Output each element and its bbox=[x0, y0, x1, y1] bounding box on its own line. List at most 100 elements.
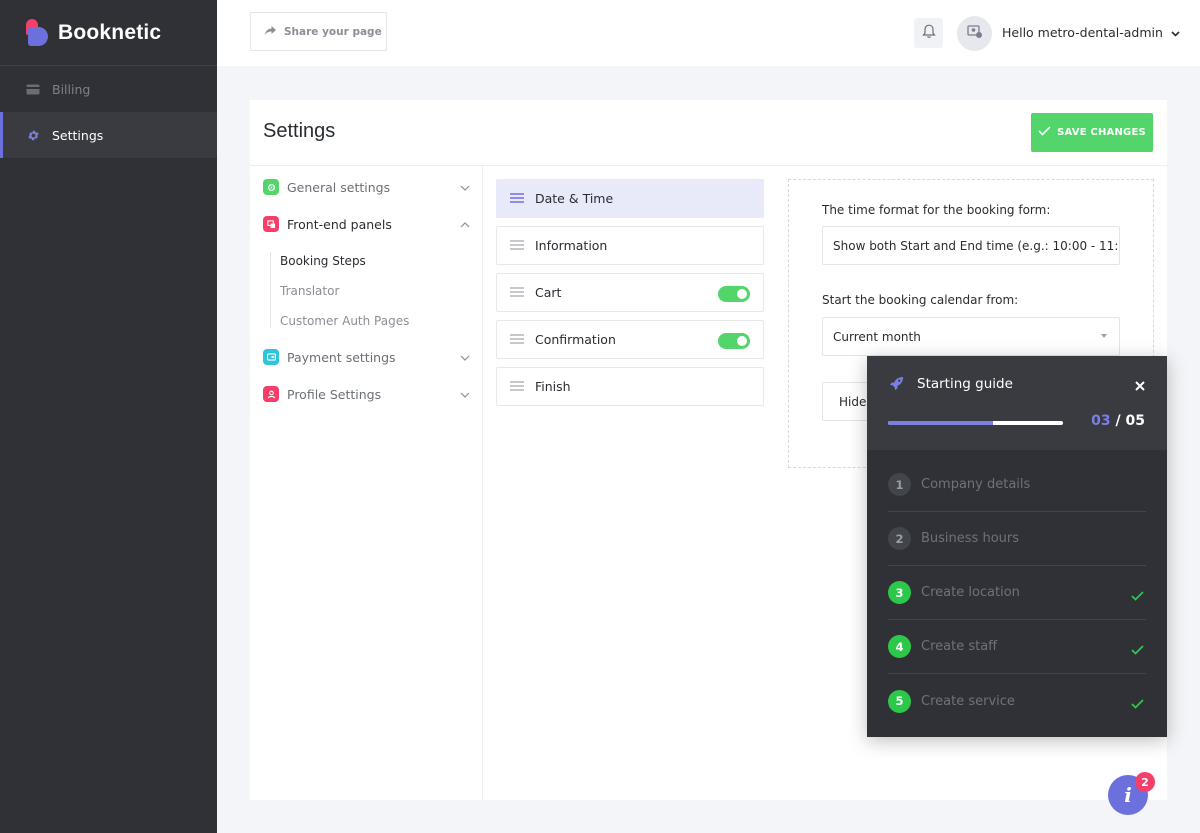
info-icon: i bbox=[1124, 783, 1132, 807]
step-label: Create location bbox=[921, 585, 1020, 600]
guide-progress-fill bbox=[888, 421, 993, 425]
menu-item-general-settings[interactable]: General settings bbox=[263, 177, 470, 197]
guide-counter: 03 / 05 bbox=[1091, 413, 1145, 429]
caret-down-icon bbox=[1101, 334, 1107, 338]
submenu-translator[interactable]: Translator bbox=[280, 284, 339, 298]
step-label: Create service bbox=[921, 693, 1015, 709]
sidebar-item-label: Settings bbox=[52, 127, 104, 143]
menu-item-label: General settings bbox=[287, 179, 391, 195]
guide-step-business-hours[interactable]: 2 Business hours bbox=[888, 512, 1146, 566]
step-number: 5 bbox=[888, 689, 911, 713]
save-label: SAVE CHANGES bbox=[1057, 127, 1146, 138]
rocket-icon bbox=[889, 376, 904, 395]
chevron-down-icon bbox=[460, 179, 470, 194]
close-icon[interactable] bbox=[1135, 376, 1145, 395]
cart-toggle[interactable] bbox=[718, 286, 750, 302]
calendar-start-value: Current month bbox=[833, 329, 921, 344]
share-label: Share your page bbox=[284, 25, 382, 38]
step-label: Create staff bbox=[921, 639, 998, 654]
guide-step-create-staff[interactable]: 4 Create staff bbox=[888, 620, 1146, 674]
step-label: Confirmation bbox=[535, 332, 616, 347]
drag-handle-icon[interactable] bbox=[510, 332, 524, 347]
brand[interactable]: Booknetic bbox=[0, 0, 217, 66]
user-menu[interactable]: Hello metro-dental-admin bbox=[1002, 25, 1180, 40]
guide-header: Starting guide 03 / 05 bbox=[867, 356, 1167, 450]
chevron-down-icon bbox=[460, 349, 470, 364]
panels-icon bbox=[263, 216, 279, 232]
share-page-button[interactable]: Share your page bbox=[250, 12, 387, 51]
menu-item-label: Front-end panels bbox=[287, 216, 392, 232]
save-changes-button[interactable]: SAVE CHANGES bbox=[1031, 113, 1153, 152]
step-number: 4 bbox=[888, 635, 911, 658]
guide-step-company-details[interactable]: 1 Company details bbox=[888, 458, 1146, 512]
menu-item-payment-settings[interactable]: Payment settings bbox=[263, 347, 470, 367]
check-icon bbox=[1038, 126, 1051, 139]
step-label: Company details bbox=[921, 477, 1031, 492]
sidebar-item-settings[interactable]: Settings bbox=[0, 112, 217, 158]
guide-step-create-service[interactable]: 5 Create service bbox=[888, 674, 1146, 728]
hide-label: Hide bbox=[839, 394, 867, 409]
brand-name: Booknetic bbox=[58, 20, 162, 44]
guide-current: 03 bbox=[1091, 413, 1111, 429]
step-label: Information bbox=[535, 238, 608, 253]
step-finish[interactable]: Finish bbox=[496, 367, 764, 406]
step-label: Cart bbox=[535, 285, 562, 300]
submenu-line bbox=[270, 252, 271, 328]
chevron-up-icon bbox=[460, 216, 470, 231]
step-information[interactable]: Information bbox=[496, 226, 764, 265]
user-avatar-icon bbox=[966, 24, 983, 43]
credit-card-icon bbox=[26, 82, 40, 96]
help-badge: 2 bbox=[1135, 772, 1155, 792]
drag-handle-icon[interactable] bbox=[510, 238, 524, 253]
share-arrow-icon bbox=[265, 25, 276, 38]
guide-title: Starting guide bbox=[917, 376, 1013, 392]
avatar[interactable] bbox=[957, 16, 992, 51]
user-greeting: Hello metro-dental-admin bbox=[1002, 25, 1163, 40]
guide-separator: / bbox=[1115, 413, 1121, 429]
step-number: 1 bbox=[888, 473, 911, 496]
starting-guide-panel: Starting guide 03 / 05 1 Company details… bbox=[867, 356, 1167, 737]
gear-icon bbox=[26, 128, 40, 142]
sidebar-item-billing[interactable]: Billing bbox=[0, 66, 217, 112]
calendar-start-label: Start the booking calendar from: bbox=[822, 293, 1019, 307]
confirmation-toggle[interactable] bbox=[718, 333, 750, 349]
profile-icon bbox=[263, 386, 279, 402]
check-icon bbox=[1131, 694, 1144, 713]
menu-item-profile-settings[interactable]: Profile Settings bbox=[263, 384, 470, 404]
guide-total: 05 bbox=[1125, 413, 1145, 429]
menu-item-front-end-panels[interactable]: Front-end panels bbox=[263, 214, 470, 234]
step-label: Finish bbox=[535, 379, 571, 394]
submenu-booking-steps[interactable]: Booking Steps bbox=[280, 254, 366, 268]
step-date-time[interactable]: Date & Time bbox=[496, 179, 764, 218]
step-cart[interactable]: Cart bbox=[496, 273, 764, 312]
chevron-down-icon bbox=[460, 386, 470, 401]
sidebar-item-label: Billing bbox=[52, 81, 91, 97]
guide-progress-bar bbox=[888, 421, 1063, 425]
menu-item-label: Payment settings bbox=[287, 349, 396, 365]
submenu-customer-auth-pages[interactable]: Customer Auth Pages bbox=[280, 314, 409, 328]
step-confirmation[interactable]: Confirmation bbox=[496, 320, 764, 359]
booknetic-logo-icon bbox=[26, 19, 48, 46]
calendar-start-select[interactable]: Current month bbox=[822, 317, 1120, 356]
time-format-value: Show both Start and End time (e.g.: 10:0… bbox=[833, 238, 1120, 253]
menu-item-label: Profile Settings bbox=[287, 386, 382, 402]
step-label: Date & Time bbox=[535, 191, 614, 206]
payment-icon bbox=[263, 349, 279, 365]
step-number: 2 bbox=[888, 527, 911, 550]
check-icon bbox=[1131, 586, 1144, 605]
bell-icon bbox=[921, 24, 936, 43]
gear-icon bbox=[263, 179, 279, 195]
step-number: 3 bbox=[888, 581, 911, 604]
card-header: Settings SAVE CHANGES bbox=[250, 100, 1167, 166]
time-format-label: The time format for the booking form: bbox=[822, 203, 1051, 217]
time-format-select[interactable]: Show both Start and End time (e.g.: 10:0… bbox=[822, 226, 1120, 265]
notifications-button[interactable] bbox=[914, 18, 943, 48]
drag-handle-icon[interactable] bbox=[510, 285, 524, 300]
page-title: Settings bbox=[263, 120, 336, 142]
topbar: Share your page Hello metro-dental-admin bbox=[217, 0, 1200, 66]
chevron-down-icon bbox=[1171, 25, 1180, 40]
check-icon bbox=[1131, 640, 1144, 659]
guide-step-create-location[interactable]: 3 Create location bbox=[888, 566, 1146, 620]
drag-handle-icon[interactable] bbox=[510, 379, 524, 394]
drag-handle-icon[interactable] bbox=[510, 191, 524, 206]
